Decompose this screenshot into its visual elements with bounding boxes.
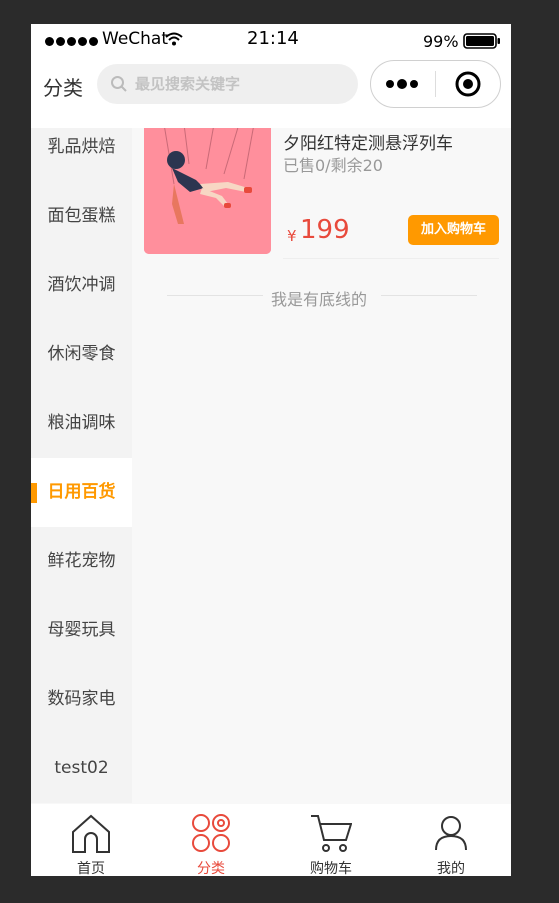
sidebar-item[interactable]: 乳品烘焙: [31, 128, 132, 182]
product-card[interactable]: 夕阳红特定测悬浮列车 已售0/剩余20 ¥ 199 加入购物车: [144, 128, 499, 260]
currency-symbol: ¥: [287, 227, 297, 245]
carrier-label: WeChat: [102, 29, 168, 49]
wifi-icon: [165, 32, 183, 46]
clock: 21:14: [247, 28, 299, 49]
end-of-list-text: 我是有底线的: [271, 290, 368, 309]
battery-percent: 99%: [423, 32, 459, 51]
sidebar-item[interactable]: test02: [31, 734, 132, 803]
page-header: 分类 最见搜索关键字: [31, 58, 511, 128]
tab-label: 购物车: [310, 861, 352, 876]
miniprogram-capsule: [370, 60, 501, 108]
signal-icon: [45, 37, 98, 46]
product-sales: 已售0/剩余20: [283, 156, 383, 175]
phone-screen: WeChat 21:14 99% 分类 最见搜索关键字 乳品烘焙 面包蛋糕 酒饮…: [31, 24, 511, 876]
search-bar[interactable]: 最见搜索关键字: [97, 64, 358, 104]
product-price: 199: [300, 215, 350, 245]
more-icon[interactable]: [385, 77, 421, 91]
tab-label: 分类: [197, 861, 225, 876]
category-icon: [192, 814, 230, 852]
end-of-list: 我是有底线的: [167, 286, 477, 309]
close-miniprogram-icon[interactable]: [454, 70, 482, 98]
sidebar-item[interactable]: 休闲零食: [31, 320, 132, 389]
sidebar-item[interactable]: 面包蛋糕: [31, 182, 132, 251]
sidebar-item[interactable]: 数码家电: [31, 665, 132, 734]
page-title: 分类: [43, 76, 83, 100]
sidebar-item[interactable]: 粮油调味: [31, 389, 132, 458]
tab-label: 我的: [437, 861, 465, 876]
search-placeholder[interactable]: 最见搜索关键字: [135, 73, 240, 94]
tab-category[interactable]: 分类: [151, 804, 271, 876]
home-icon: [72, 814, 110, 853]
divider: [167, 295, 263, 296]
battery-icon: [463, 33, 500, 49]
add-to-cart-button[interactable]: 加入购物车: [408, 215, 499, 245]
user-icon: [435, 816, 467, 851]
search-icon: [111, 76, 127, 92]
sidebar-item-active[interactable]: 日用百货: [31, 458, 132, 527]
sidebar-item[interactable]: 母婴玩具: [31, 596, 132, 665]
product-illustration: [144, 128, 271, 254]
divider: [283, 258, 499, 259]
product-image[interactable]: [144, 128, 271, 254]
tab-bar: 首页 分类 购物车 我的: [31, 804, 511, 876]
tab-home[interactable]: 首页: [31, 804, 151, 876]
tab-label: 首页: [77, 861, 105, 876]
content-area: 乳品烘焙 面包蛋糕 酒饮冲调 休闲零食 粮油调味 日用百货 鲜花宠物 母婴玩具 …: [31, 128, 511, 804]
cart-icon: [311, 815, 352, 852]
product-name[interactable]: 夕阳红特定测悬浮列车: [283, 129, 453, 154]
divider: [381, 295, 477, 296]
tab-mine[interactable]: 我的: [391, 804, 511, 876]
status-bar: WeChat 21:14 99%: [31, 24, 511, 58]
sidebar-item[interactable]: 酒饮冲调: [31, 251, 132, 320]
sidebar-item[interactable]: 鲜花宠物: [31, 527, 132, 596]
capsule-divider: [435, 71, 436, 97]
product-list: 夕阳红特定测悬浮列车 已售0/剩余20 ¥ 199 加入购物车 我是有底线的: [132, 128, 511, 804]
category-sidebar: 乳品烘焙 面包蛋糕 酒饮冲调 休闲零食 粮油调味 日用百货 鲜花宠物 母婴玩具 …: [31, 128, 132, 803]
tab-cart[interactable]: 购物车: [271, 804, 391, 876]
